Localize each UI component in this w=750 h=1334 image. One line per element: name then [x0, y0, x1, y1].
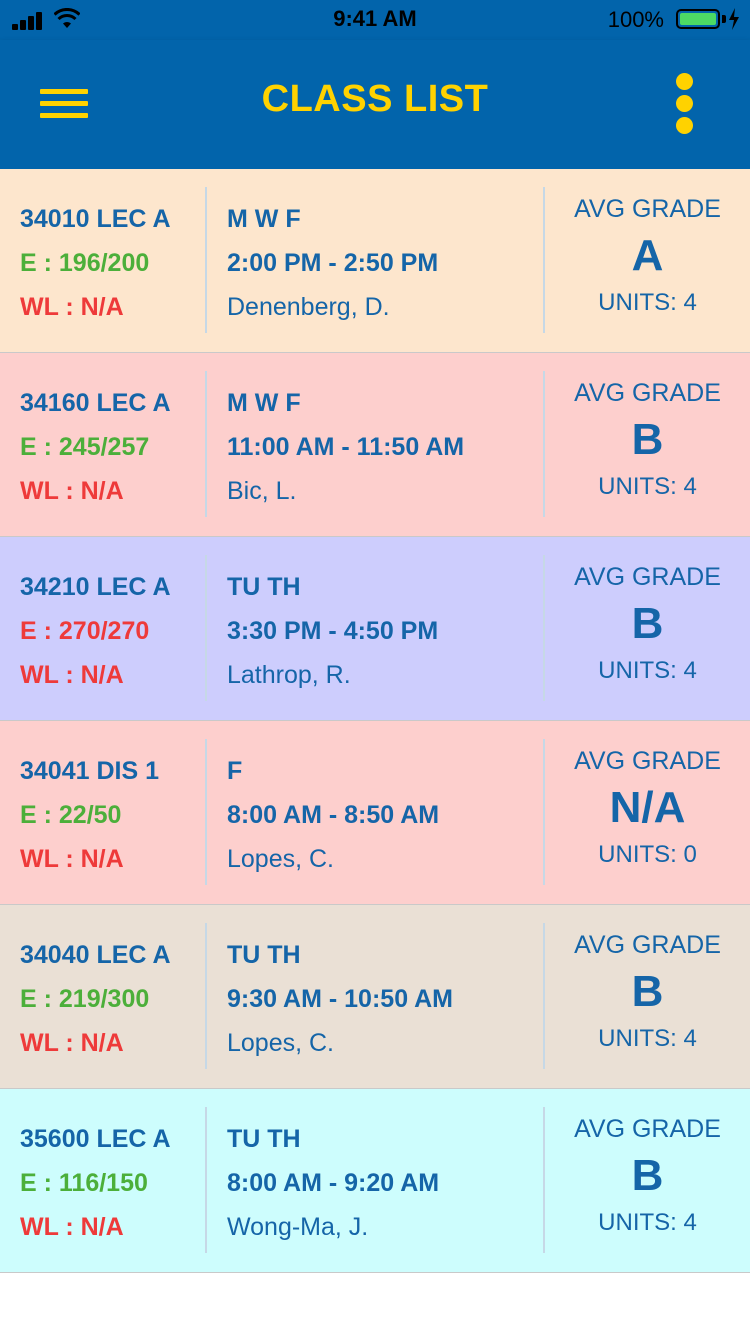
- enrollment-count: E : 219/300: [20, 985, 150, 1013]
- avg-grade-value: B: [631, 415, 664, 464]
- waitlist-status: WL : N/A: [20, 477, 124, 505]
- waitlist-status: WL : N/A: [20, 293, 124, 321]
- units-value: UNITS: 4: [598, 657, 697, 684]
- instructor-name: Lathrop, R.: [227, 661, 351, 689]
- units-value: UNITS: 4: [598, 1025, 697, 1052]
- avg-grade-value: B: [631, 599, 664, 648]
- course-code: 34160 LEC A: [20, 389, 171, 417]
- schedule-info: TU TH 9:30 AM - 10:50 AM Lopes, C.: [227, 937, 453, 1069]
- meeting-time: 8:00 AM - 9:20 AM: [227, 1169, 440, 1197]
- class-row[interactable]: 34010 LEC A E : 196/200 WL : N/A M W F 2:00 …: [0, 169, 750, 353]
- column-divider: [205, 187, 207, 333]
- status-bar: 9:41 AM 100%: [0, 0, 750, 40]
- instructor-name: Lopes, C.: [227, 1029, 335, 1057]
- enrollment-count: E : 116/150: [20, 1169, 148, 1197]
- column-divider: [205, 923, 207, 1069]
- avg-grade-label: AVG GRADE: [574, 563, 721, 591]
- grade-info: AVG GRADE A UNITS: 4: [545, 193, 750, 319]
- instructor-name: Denenberg, D.: [227, 293, 390, 321]
- avg-grade-label: AVG GRADE: [574, 1115, 721, 1143]
- schedule-info: TU TH 8:00 AM - 9:20 AM Wong-Ma, J.: [227, 1121, 439, 1253]
- class-row[interactable]: 34160 LEC A E : 245/257 WL : N/A M W F 11:00…: [0, 353, 750, 537]
- waitlist-status: WL : N/A: [20, 661, 124, 689]
- class-list: 34010 LEC A E : 196/200 WL : N/A M W F 2:00 …: [0, 169, 750, 1273]
- class-row[interactable]: 34041 DIS 1 E : 22/50 WL : N/A F 8:00 AM - 8…: [0, 721, 750, 905]
- grade-info: AVG GRADE B UNITS: 4: [545, 1113, 750, 1239]
- grade-info: AVG GRADE B UNITS: 4: [545, 929, 750, 1055]
- schedule-info: M W F 2:00 PM - 2:50 PM Denenberg, D.: [227, 201, 438, 333]
- class-info: 34010 LEC A E : 196/200 WL : N/A: [20, 201, 171, 333]
- avg-grade-value: B: [631, 1151, 664, 1200]
- class-info: 34040 LEC A E : 219/300 WL : N/A: [20, 937, 171, 1069]
- instructor-name: Wong-Ma, J.: [227, 1213, 369, 1241]
- meeting-days: TU TH: [227, 573, 301, 601]
- column-divider: [205, 555, 207, 701]
- class-info: 35600 LEC A E : 116/150 WL : N/A: [20, 1121, 171, 1253]
- avg-grade-label: AVG GRADE: [574, 379, 721, 407]
- schedule-info: M W F 11:00 AM - 11:50 AM Bic, L.: [227, 385, 464, 517]
- schedule-info: TU TH 3:30 PM - 4:50 PM Lathrop, R.: [227, 569, 438, 701]
- course-code: 34040 LEC A: [20, 941, 171, 969]
- course-code: 34041 DIS 1: [20, 757, 159, 785]
- grade-info: AVG GRADE N/A UNITS: 0: [545, 745, 750, 871]
- class-row[interactable]: 34210 LEC A E : 270/270 WL : N/A TU TH 3:30 …: [0, 537, 750, 721]
- avg-grade-value: N/A: [609, 783, 686, 832]
- enrollment-count: E : 22/50: [20, 801, 122, 829]
- avg-grade-label: AVG GRADE: [574, 195, 721, 223]
- waitlist-status: WL : N/A: [20, 845, 124, 873]
- charging-bolt-icon: [729, 8, 739, 30]
- app-header: CLASS LIST: [0, 40, 750, 169]
- class-row[interactable]: 35600 LEC A E : 116/150 WL : N/A TU TH 8:00 …: [0, 1089, 750, 1273]
- column-divider: [205, 371, 207, 517]
- more-vertical-icon[interactable]: [670, 70, 700, 140]
- meeting-time: 9:30 AM - 10:50 AM: [227, 985, 453, 1013]
- waitlist-status: WL : N/A: [20, 1213, 124, 1241]
- class-info: 34041 DIS 1 E : 22/50 WL : N/A: [20, 753, 159, 885]
- meeting-days: M W F: [227, 205, 301, 233]
- enrollment-count: E : 245/257: [20, 433, 150, 461]
- meeting-time: 3:30 PM - 4:50 PM: [227, 617, 439, 645]
- units-value: UNITS: 0: [598, 841, 697, 868]
- class-info: 34160 LEC A E : 245/257 WL : N/A: [20, 385, 171, 517]
- page-title: CLASS LIST: [261, 78, 489, 120]
- column-divider: [205, 1107, 207, 1253]
- meeting-time: 11:00 AM - 11:50 AM: [227, 433, 465, 461]
- enrollment-count: E : 196/200: [20, 249, 150, 277]
- battery-icon: [676, 9, 720, 29]
- avg-grade-label: AVG GRADE: [574, 931, 721, 959]
- meeting-days: F: [227, 757, 243, 785]
- instructor-name: Bic, L.: [227, 477, 297, 505]
- battery-cap: [722, 15, 726, 23]
- schedule-info: F 8:00 AM - 8:50 AM Lopes, C.: [227, 753, 439, 885]
- meeting-days: TU TH: [227, 1125, 301, 1153]
- avg-grade-label: AVG GRADE: [574, 747, 721, 775]
- course-code: 34010 LEC A: [20, 205, 171, 233]
- units-value: UNITS: 4: [598, 1209, 697, 1236]
- class-row[interactable]: 34040 LEC A E : 219/300 WL : N/A TU TH 9:30 …: [0, 905, 750, 1089]
- enrollment-count: E : 270/270: [20, 617, 150, 645]
- avg-grade-value: B: [631, 967, 664, 1016]
- avg-grade-value: A: [631, 231, 664, 280]
- meeting-time: 2:00 PM - 2:50 PM: [227, 249, 439, 277]
- course-code: 35600 LEC A: [20, 1125, 171, 1153]
- grade-info: AVG GRADE B UNITS: 4: [545, 377, 750, 503]
- class-info: 34210 LEC A E : 270/270 WL : N/A: [20, 569, 171, 701]
- course-code: 34210 LEC A: [20, 573, 171, 601]
- meeting-days: TU TH: [227, 941, 301, 969]
- instructor-name: Lopes, C.: [227, 845, 335, 873]
- column-divider: [205, 739, 207, 885]
- meeting-time: 8:00 AM - 8:50 AM: [227, 801, 440, 829]
- units-value: UNITS: 4: [598, 289, 697, 316]
- meeting-days: M W F: [227, 389, 301, 417]
- battery-percent: 100%: [607, 7, 664, 32]
- units-value: UNITS: 4: [598, 473, 697, 500]
- grade-info: AVG GRADE B UNITS: 4: [545, 561, 750, 687]
- waitlist-status: WL : N/A: [20, 1029, 124, 1057]
